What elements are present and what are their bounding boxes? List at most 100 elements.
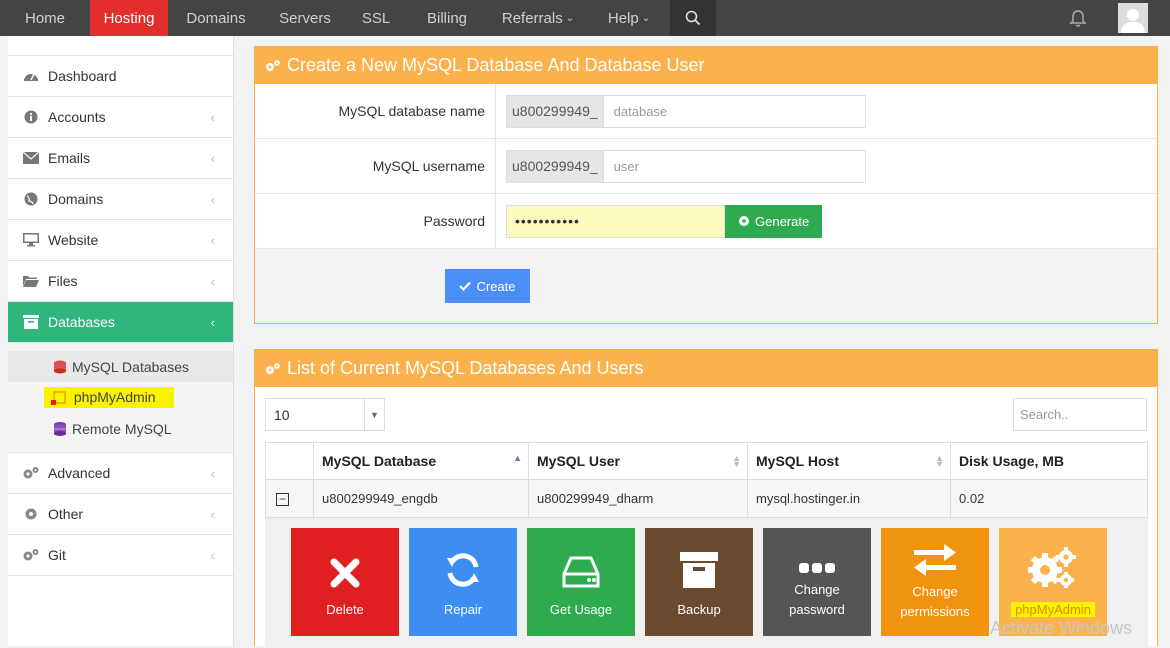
gear-icon [22,507,40,521]
notifications-button[interactable] [1058,0,1098,36]
column-header-disk[interactable]: Disk Usage, MB [950,442,1148,480]
sidebar-item-accounts[interactable]: Accounts ‹ [8,97,233,138]
sidebar-subitem-mysql-databases[interactable]: MySQL Databases [8,351,233,382]
password-input[interactable]: ••••••••••• [506,204,725,238]
username-row: MySQL username u800299949_ user [255,139,1157,194]
db-name-label: MySQL database name [255,84,496,138]
cell-user: u800299949_dharm [528,479,748,518]
chevron-down-icon: ⌄ [565,12,575,24]
sort-icon: ▲ ▼ [732,453,741,469]
databases-submenu: MySQL Databases phpMyAdmin Remote MySQL [8,343,233,453]
search-button[interactable] [670,0,716,36]
backup-button[interactable]: Backup [645,528,753,636]
sidebar-item-emails[interactable]: Emails ‹ [8,138,233,179]
gears-icon [265,362,281,376]
sidebar-item-advanced[interactable]: Advanced ‹ [8,453,233,494]
user-avatar[interactable] [1118,3,1148,33]
chevron-left-icon: ‹ [210,465,215,481]
gears-icon [265,59,281,73]
nav-domains[interactable]: Domains [168,0,264,36]
chevron-left-icon: ‹ [210,109,215,125]
password-row: Password ••••••••••• Generate [255,194,1157,249]
column-header-database[interactable]: MySQL Database ▲ [313,442,529,480]
chevron-left-icon: ‹ [210,506,215,522]
sidebar-item-other[interactable]: Other ‹ [8,494,233,535]
chevron-down-icon: ⌄ [641,12,651,24]
chevron-left-icon: ‹ [210,314,215,330]
user-prefix: u800299949_ [506,149,604,183]
globe-icon [22,192,40,206]
databases-table: MySQL Database ▲ MySQL User ▲ ▼ MySQL Host ▲… [265,442,1148,518]
panel-title: List of Current MySQL Databases And User… [287,358,644,378]
sidebar-subitem-phpmyadmin[interactable]: phpMyAdmin [8,382,233,413]
sidebar-item-dashboard[interactable]: Dashboard [8,56,233,97]
sidebar-item-domains[interactable]: Domains ‹ [8,179,233,220]
page-length-select[interactable]: 10 ▼ [265,398,385,431]
ellipsis-icon [797,528,837,574]
search-icon [685,10,701,26]
close-icon [328,528,362,590]
nav-referrals[interactable]: Referrals ⌄ [488,0,588,36]
create-database-panel: Create a New MySQL Database And Database… [254,46,1158,324]
database-icon [22,315,40,329]
nav-hosting[interactable]: Hosting [90,0,168,42]
username-input[interactable]: user [603,149,866,183]
repair-button[interactable]: Repair [409,528,517,636]
nav-help[interactable]: Help ⌄ [588,0,670,36]
db-prefix: u800299949_ [506,94,604,128]
sidebar-item-files[interactable]: Files ‹ [8,261,233,302]
envelope-icon [22,152,40,164]
check-icon [459,281,472,291]
sort-icon: ▲ ▼ [935,453,944,469]
mysql-icon [52,359,68,375]
sidebar-item-databases[interactable]: Databases ‹ [8,302,233,343]
table-search-input[interactable]: Search.. [1013,398,1147,431]
gears-icon [1028,528,1078,590]
generate-button[interactable]: Generate [725,204,823,238]
column-header-user[interactable]: MySQL User ▲ ▼ [528,442,748,480]
sidebar-subitem-remote-mysql[interactable]: Remote MySQL [8,413,233,444]
sidebar-item-website[interactable]: Website ‹ [8,220,233,261]
database-list-panel: List of Current MySQL Databases And User… [254,349,1158,648]
sidebar-item-git[interactable]: Git ‹ [8,535,233,576]
nav-servers[interactable]: Servers [264,0,346,36]
archive-icon [678,528,720,590]
chevron-left-icon: ‹ [210,191,215,207]
panel-header: Create a New MySQL Database And Database… [255,47,1157,84]
db-name-input[interactable]: database [603,94,866,128]
get-usage-button[interactable]: Get Usage [527,528,635,636]
sidebar: Dashboard Accounts ‹ Emails ‹ Domains ‹ … [8,36,234,646]
chevron-left-icon: ‹ [210,273,215,289]
chevron-left-icon: ‹ [210,232,215,248]
top-navigation: Home Hosting Domains Servers SSL Billing… [0,0,1170,42]
create-button[interactable]: Create [445,269,530,303]
cell-database: u800299949_engdb [313,479,529,518]
sort-asc-icon: ▲ [513,453,522,463]
delete-button[interactable]: Delete [291,528,399,636]
bell-icon [1069,9,1087,27]
db-name-row: MySQL database name u800299949_ database [255,84,1157,139]
change-password-button[interactable]: Change password [763,528,871,636]
hard-drive-icon [561,528,601,590]
refresh-icon [443,528,483,590]
column-header-host[interactable]: MySQL Host ▲ ▼ [747,442,951,480]
windows-watermark: Activate Windows [990,618,1133,638]
gears-icon [22,466,40,480]
nav-home[interactable]: Home [0,0,90,36]
gear-icon [739,216,749,226]
change-permissions-button[interactable]: Change permissions [881,528,989,636]
nav-right [1058,0,1170,36]
folder-icon [22,275,40,287]
exchange-icon [912,528,958,576]
gears-icon [22,548,40,562]
caret-down-icon: ▼ [364,399,384,430]
user-icon [1121,9,1145,33]
collapse-row-button[interactable]: − [276,492,289,506]
remote-db-icon [52,421,68,437]
username-label: MySQL username [255,139,496,193]
nav-billing[interactable]: Billing [406,0,488,36]
panel-title: Create a New MySQL Database And Database… [287,55,705,75]
nav-ssl[interactable]: SSL [346,0,406,36]
chevron-left-icon: ‹ [210,150,215,166]
table-row: − u800299949_engdb u800299949_dharm mysq… [265,479,1148,518]
